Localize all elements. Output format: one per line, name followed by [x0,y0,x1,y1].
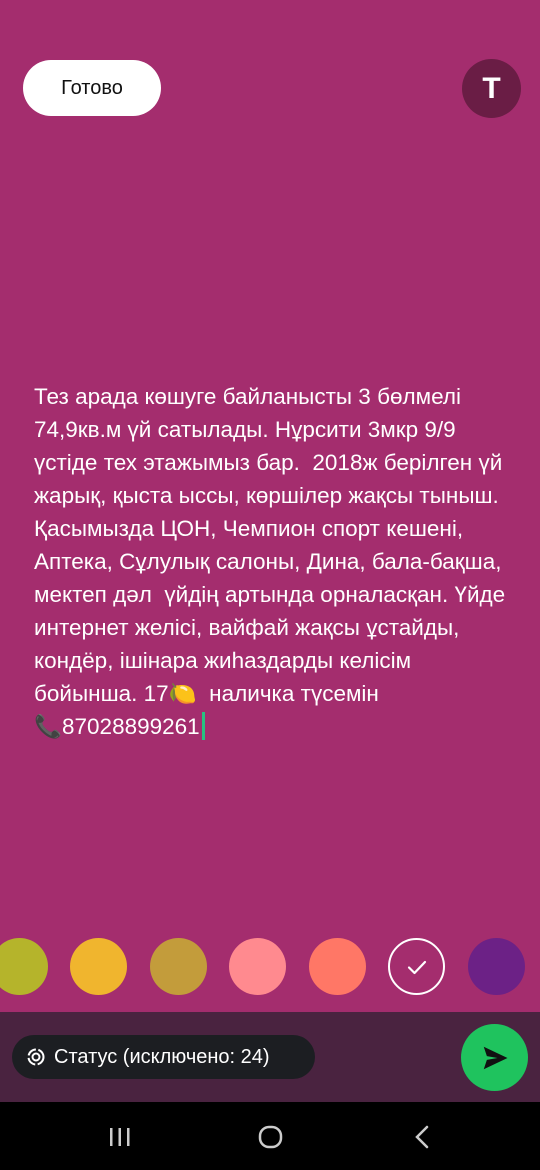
home-icon[interactable] [251,1122,291,1152]
status-text-editor[interactable]: Тез арада көшуге байланысты 3 бөлмелі 74… [34,380,514,743]
color-swatch-purple[interactable] [468,938,525,995]
back-icon[interactable] [402,1122,442,1152]
recent-apps-icon[interactable] [100,1122,140,1152]
color-swatch-mustard[interactable] [150,938,207,995]
status-text-content: Тез арада көшуге байланысты 3 бөлмелі 74… [34,384,506,739]
color-swatch-olive[interactable] [0,938,48,995]
status-privacy-chip[interactable]: Статус (исключено: 24) [12,1035,315,1079]
send-button[interactable] [461,1024,528,1091]
color-swatch-pink[interactable] [229,938,286,995]
checkmark-icon [407,960,426,974]
color-swatch-magenta-selected[interactable] [388,938,445,995]
send-arrow-icon [483,1046,507,1069]
system-navigation-bar [0,1102,540,1170]
color-swatch-yellow[interactable] [70,938,127,995]
font-style-button[interactable]: T [462,59,521,118]
status-chip-label: Статус (исключено: 24) [54,1045,270,1068]
status-ring-icon [26,1047,46,1067]
done-button[interactable]: Готово [23,60,161,116]
color-swatch-coral[interactable] [309,938,366,995]
color-palette [0,938,540,996]
text-cursor [201,712,205,740]
